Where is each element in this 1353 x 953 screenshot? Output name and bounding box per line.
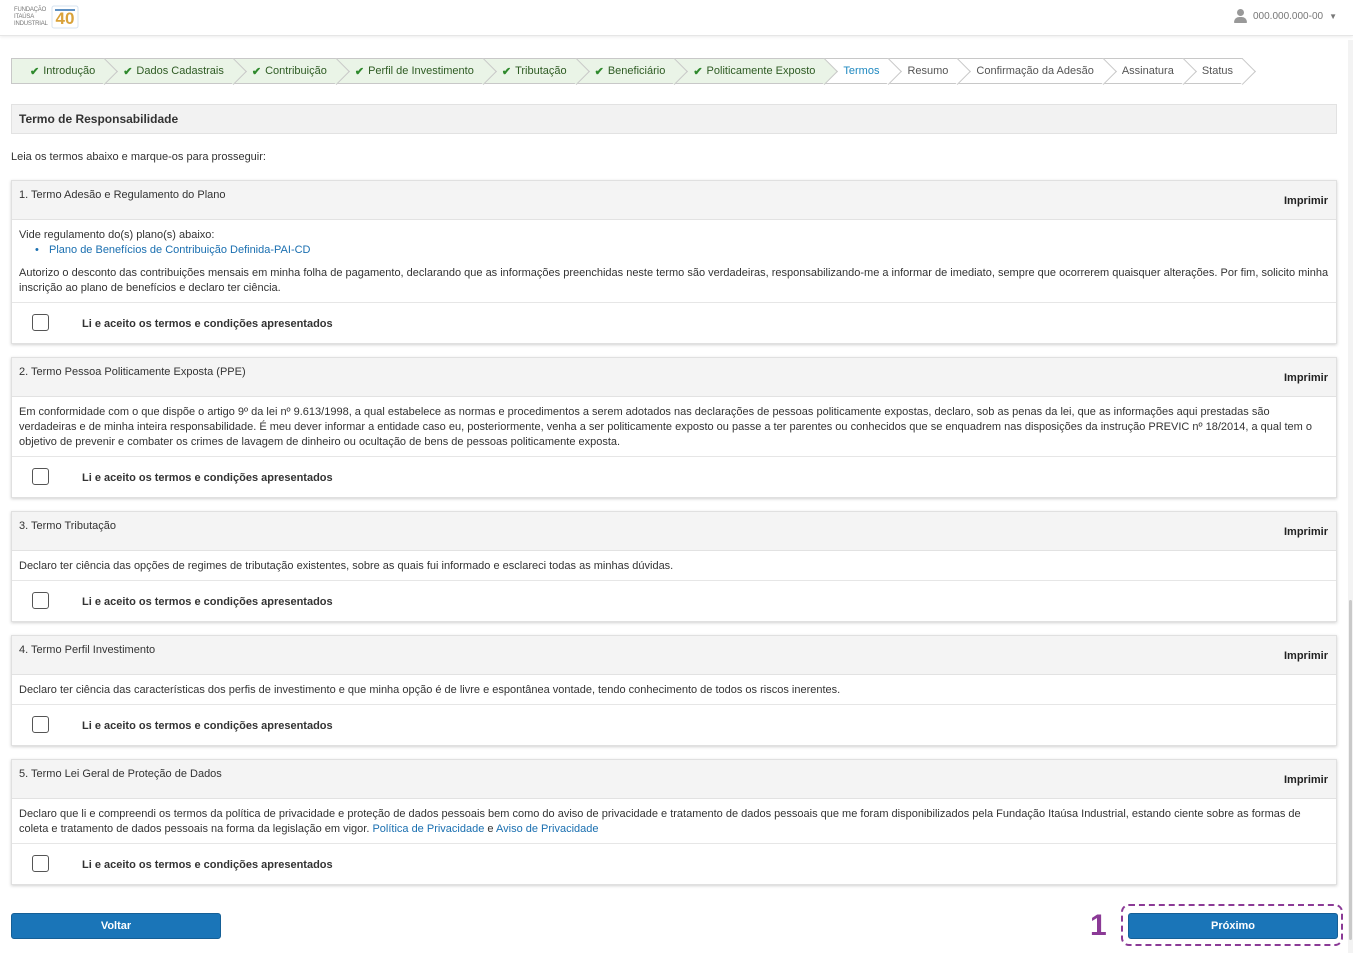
next-button[interactable]: Próximo bbox=[1128, 913, 1338, 939]
anniversary-40-icon: 40 bbox=[51, 5, 79, 29]
term-panel-5: 5. Termo Lei Geral de Proteção de Dados … bbox=[11, 759, 1337, 885]
step-tributacao[interactable]: ✔ Tributação bbox=[483, 58, 577, 84]
term-title: 5. Termo Lei Geral de Proteção de Dados bbox=[19, 768, 222, 780]
term-panel-1: 1. Termo Adesão e Regulamento do Plano I… bbox=[11, 180, 1337, 344]
print-button[interactable]: Imprimir bbox=[1284, 195, 1328, 207]
chevron-down-icon: ▼ bbox=[1329, 11, 1337, 21]
step-confirmacao-adesao[interactable]: Confirmação da Adesão bbox=[958, 58, 1104, 84]
check-icon: ✔ bbox=[30, 65, 40, 78]
accept-checkbox-1[interactable] bbox=[32, 314, 49, 331]
term-panel-3: 3. Termo Tributação Imprimir Declaro ter… bbox=[11, 511, 1337, 622]
accept-row: Li e aceito os termos e condições aprese… bbox=[12, 581, 1336, 621]
back-button[interactable]: Voltar bbox=[11, 913, 221, 939]
regulation-intro: Vide regulamento do(s) plano(s) abaixo: bbox=[19, 229, 215, 241]
term-panel-header: 3. Termo Tributação Imprimir bbox=[12, 512, 1336, 551]
check-icon: ✔ bbox=[123, 65, 133, 78]
term-title: 3. Termo Tributação bbox=[19, 520, 117, 532]
accept-checkbox-2[interactable] bbox=[32, 468, 49, 485]
plan-list: Plano de Benefícios de Contribuição Defi… bbox=[19, 243, 1329, 258]
step-label: Confirmação da Adesão bbox=[976, 65, 1094, 77]
step-label: Beneficiário bbox=[607, 65, 666, 77]
list-item: Plano de Benefícios de Contribuição Defi… bbox=[35, 243, 1329, 258]
step-label: Politicamente Exposto bbox=[706, 65, 816, 77]
logo-text: FUNDAÇÃO ITAÚSA INDUSTRIAL bbox=[14, 7, 48, 28]
term-panel-4: 4. Termo Perfil Investimento Imprimir De… bbox=[11, 635, 1337, 746]
step-beneficiario[interactable]: ✔ Beneficiário bbox=[576, 58, 676, 84]
check-icon: ✔ bbox=[693, 65, 703, 78]
foundation-logo[interactable]: FUNDAÇÃO ITAÚSA INDUSTRIAL 40 bbox=[14, 3, 79, 31]
print-button[interactable]: Imprimir bbox=[1284, 650, 1328, 662]
privacy-policy-link[interactable]: Política de Privacidade bbox=[372, 823, 484, 835]
user-icon bbox=[1234, 9, 1247, 23]
privacy-notice-link[interactable]: Aviso de Privacidade bbox=[496, 823, 599, 835]
term-body: Vide regulamento do(s) plano(s) abaixo: … bbox=[12, 220, 1336, 303]
accept-row: Li e aceito os termos e condições aprese… bbox=[12, 705, 1336, 745]
conjunction-text: e bbox=[487, 823, 494, 835]
logo-line-3: INDUSTRIAL bbox=[14, 20, 48, 27]
step-label: Tributação bbox=[515, 65, 567, 77]
accept-checkbox-4[interactable] bbox=[32, 716, 49, 733]
accept-label[interactable]: Li e aceito os termos e condições aprese… bbox=[82, 720, 333, 732]
step-dados-cadastrais[interactable]: ✔ Dados Cadastrais bbox=[105, 58, 234, 84]
step-contribuicao[interactable]: ✔ Contribuição bbox=[233, 58, 337, 84]
wizard-steps: ✔ Introdução ✔ Dados Cadastrais ✔ Contribui… bbox=[11, 58, 1244, 84]
step-politicamente-exposto[interactable]: ✔ Politicamente Exposto bbox=[675, 58, 826, 84]
section-title: Termo de Responsabilidade bbox=[11, 104, 1337, 134]
term-text: Em conformidade com o que dispõe o artig… bbox=[19, 406, 1313, 448]
term-panel-header: 2. Termo Pessoa Politicamente Exposta (P… bbox=[12, 358, 1336, 397]
logo-line-1: FUNDAÇÃO bbox=[14, 6, 47, 13]
anniversary-40-badge: 40 bbox=[51, 4, 79, 30]
term-text: Declaro que li e compreendi os termos da… bbox=[19, 808, 1301, 835]
plan-regulation-link[interactable]: Plano de Benefícios de Contribuição Defi… bbox=[49, 244, 311, 256]
check-icon: ✔ bbox=[594, 65, 604, 78]
check-icon: ✔ bbox=[501, 65, 512, 78]
print-button[interactable]: Imprimir bbox=[1284, 526, 1328, 538]
step-perfil-investimento[interactable]: ✔ Perfil de Investimento bbox=[336, 58, 484, 84]
accept-label[interactable]: Li e aceito os termos e condições aprese… bbox=[82, 472, 333, 484]
step-label: Termos bbox=[843, 65, 880, 77]
accept-label[interactable]: Li e aceito os termos e condições aprese… bbox=[82, 596, 333, 608]
accept-label[interactable]: Li e aceito os termos e condições aprese… bbox=[82, 859, 333, 871]
check-icon: ✔ bbox=[354, 65, 365, 78]
term-panel-header: 5. Termo Lei Geral de Proteção de Dados … bbox=[12, 760, 1336, 799]
print-button[interactable]: Imprimir bbox=[1284, 372, 1328, 384]
accept-checkbox-3[interactable] bbox=[32, 592, 49, 609]
term-text: Autorizo o desconto das contribuições me… bbox=[19, 267, 1329, 294]
term-title: 4. Termo Perfil Investimento bbox=[19, 644, 156, 656]
step-introducao[interactable]: ✔ Introdução bbox=[11, 58, 106, 84]
term-body: Em conformidade com o que dispõe o artig… bbox=[12, 397, 1336, 457]
svg-text:40: 40 bbox=[55, 9, 74, 28]
term-title: 2. Termo Pessoa Politicamente Exposta (P… bbox=[19, 366, 246, 378]
step-label: Resumo bbox=[907, 65, 949, 77]
term-panel-header: 4. Termo Perfil Investimento Imprimir bbox=[12, 636, 1336, 675]
user-id: 000.000.000-00 bbox=[1253, 10, 1324, 22]
logo-line-2: ITAÚSA bbox=[14, 13, 35, 20]
accept-label[interactable]: Li e aceito os termos e condições aprese… bbox=[82, 318, 333, 330]
annotation-number: 1 bbox=[1090, 909, 1107, 942]
accept-checkbox-5[interactable] bbox=[32, 855, 49, 872]
accept-row: Li e aceito os termos e condições aprese… bbox=[12, 844, 1336, 884]
step-label: Assinatura bbox=[1121, 65, 1174, 77]
term-body: Declaro que li e compreendi os termos da… bbox=[12, 799, 1336, 844]
term-text: Declaro ter ciência das opções de regime… bbox=[19, 560, 674, 572]
page-scrollbar-thumb[interactable] bbox=[1349, 600, 1352, 940]
step-label: Dados Cadastrais bbox=[136, 65, 224, 77]
accept-row: Li e aceito os termos e condições aprese… bbox=[12, 303, 1336, 343]
top-bar: FUNDAÇÃO ITAÚSA INDUSTRIAL 40 000.000.00… bbox=[0, 0, 1353, 36]
accept-row: Li e aceito os termos e condições aprese… bbox=[12, 457, 1336, 497]
step-label: Perfil de Investimento bbox=[368, 65, 474, 77]
step-label: Status bbox=[1201, 65, 1234, 77]
instructions-text: Leia os termos abaixo e marque-os para p… bbox=[11, 151, 266, 163]
step-label: Contribuição bbox=[265, 65, 327, 77]
step-label: Introdução bbox=[43, 65, 96, 77]
term-panel-2: 2. Termo Pessoa Politicamente Exposta (P… bbox=[11, 357, 1337, 498]
term-title: 1. Termo Adesão e Regulamento do Plano bbox=[19, 189, 226, 201]
term-body: Declaro ter ciência das características … bbox=[12, 675, 1336, 705]
user-menu[interactable]: 000.000.000-00 ▼ bbox=[1234, 9, 1337, 23]
check-icon: ✔ bbox=[251, 65, 262, 78]
term-body: Declaro ter ciência das opções de regime… bbox=[12, 551, 1336, 581]
term-panel-header: 1. Termo Adesão e Regulamento do Plano I… bbox=[12, 181, 1336, 220]
print-button[interactable]: Imprimir bbox=[1284, 774, 1328, 786]
term-text: Declaro ter ciência das características … bbox=[19, 684, 841, 696]
